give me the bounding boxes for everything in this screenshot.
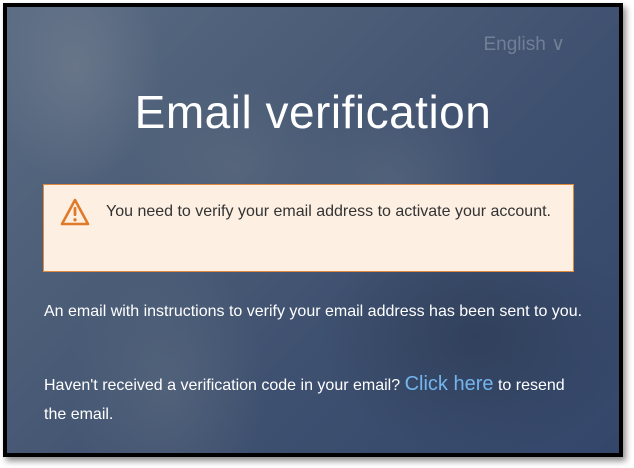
warning-alert: You need to verify your email address to…	[43, 184, 574, 272]
alert-message: You need to verify your email address to…	[106, 203, 551, 220]
page-title: Email verification	[134, 86, 492, 138]
resend-instructions: Haven't received a verification code in …	[44, 370, 584, 429]
language-selector[interactable]: English ∨	[483, 33, 565, 56]
warning-icon	[60, 198, 90, 226]
resend-prefix: Haven't received a verification code in …	[44, 377, 405, 394]
verification-window: English ∨ Email verification You need to…	[3, 3, 623, 457]
email-sent-message: An email with instructions to verify you…	[44, 303, 583, 320]
resend-link[interactable]: Click here	[405, 373, 494, 395]
